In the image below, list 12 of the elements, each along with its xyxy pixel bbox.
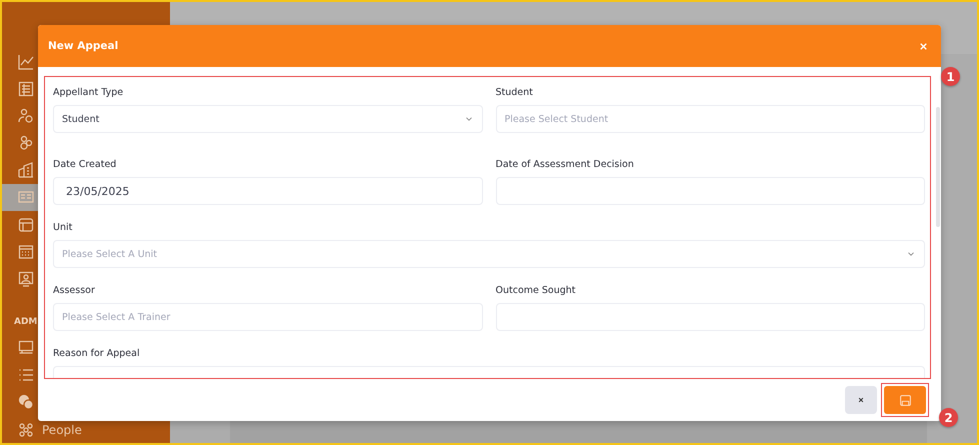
field-label: Assessor	[53, 284, 96, 298]
field-label: Date Created	[53, 158, 118, 172]
section-label: ADM	[13, 316, 38, 329]
field-label: Appellant Type	[53, 86, 124, 100]
dialog-title: New Appeal	[48, 40, 118, 52]
field-label: Unit	[53, 221, 74, 235]
step-badge: 1	[941, 67, 960, 86]
field-label: Outcome Sought	[496, 284, 577, 298]
field-label: Reason for Appeal	[53, 347, 141, 361]
field-label: Student	[496, 86, 534, 100]
step-badge: 2	[939, 408, 958, 427]
field-label: Date of Assessment Decision	[496, 158, 635, 172]
